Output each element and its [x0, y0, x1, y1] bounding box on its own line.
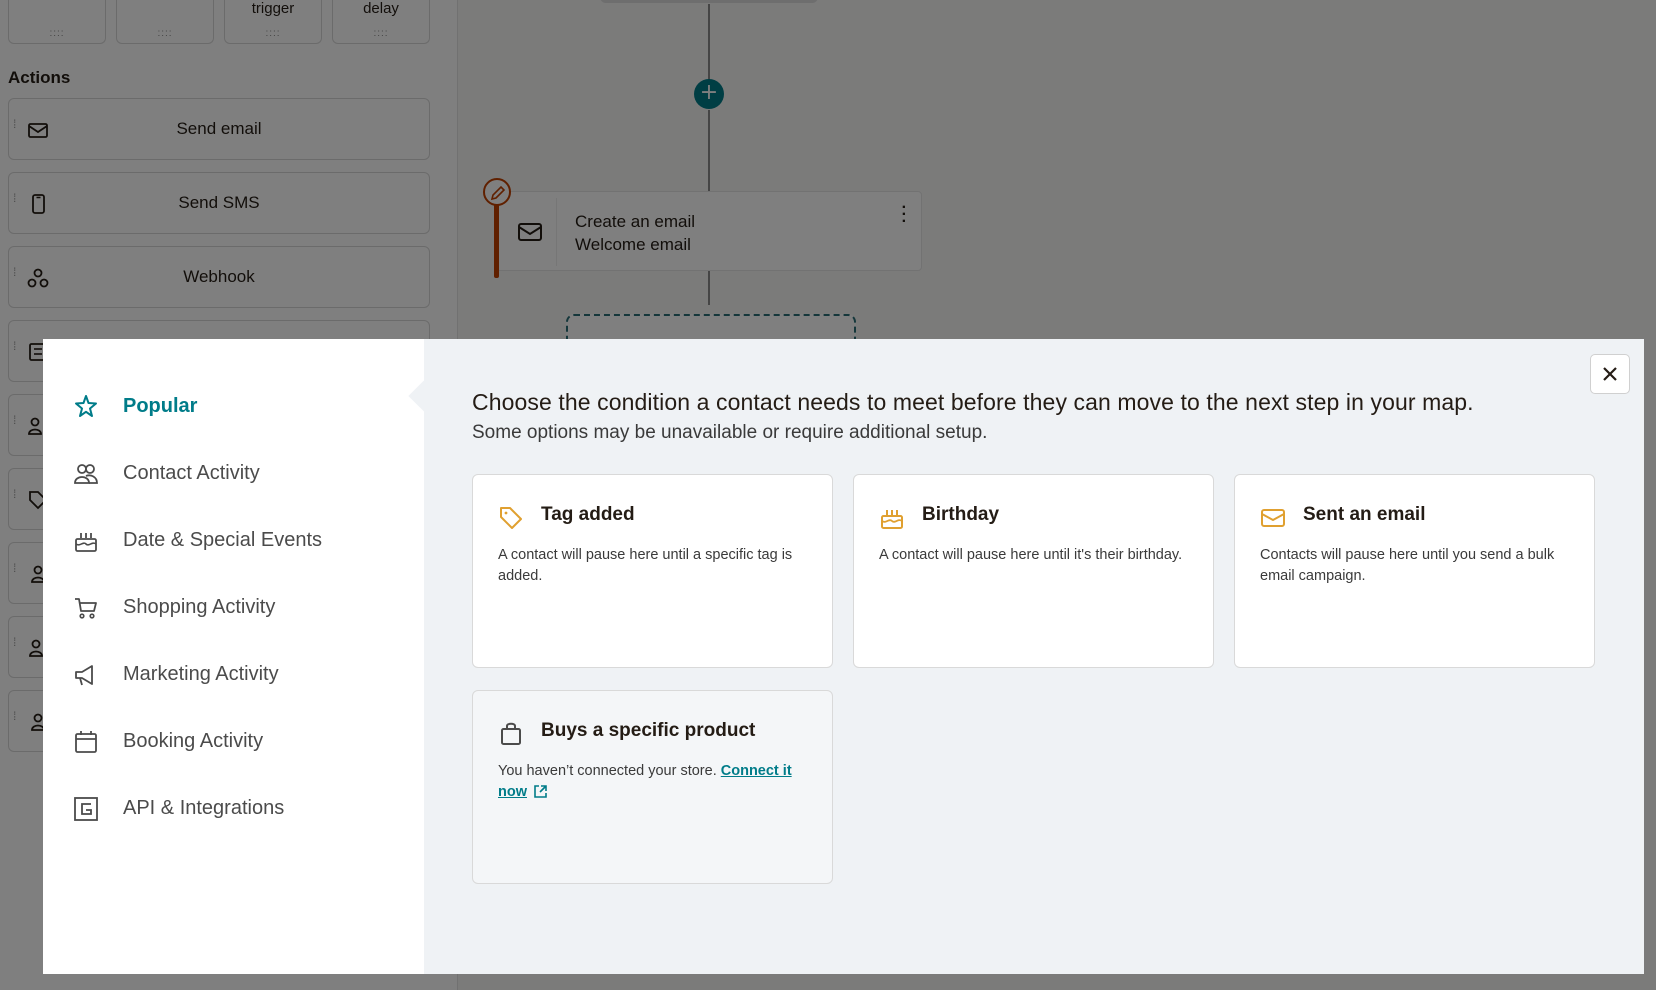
nav-label: Marketing Activity	[123, 663, 279, 685]
card-description: Contacts will pause here until you send …	[1260, 547, 1555, 584]
close-button[interactable]	[1590, 354, 1630, 394]
card-title: Birthday	[922, 504, 1000, 525]
cart-icon	[73, 595, 99, 621]
card-description-text: You haven’t connected your store.	[498, 763, 717, 779]
nav-label: Contact Activity	[123, 462, 260, 484]
calendar-icon	[73, 729, 99, 755]
condition-card-sent-an-email[interactable]: Sent an email Contacts will pause here u…	[1234, 474, 1595, 668]
card-description: You haven’t connected your store. Connec…	[498, 761, 812, 803]
card-title: Buys a specific product	[541, 720, 756, 741]
contacts-icon	[73, 461, 99, 487]
star-icon	[73, 394, 99, 420]
card-title: Sent an email	[1303, 504, 1426, 525]
modal-subtitle: Some options may be unavailable or requi…	[472, 422, 988, 443]
external-link-icon	[534, 785, 547, 798]
api-icon	[73, 796, 99, 822]
category-nav: Popular Contact Activity Date & Special …	[43, 339, 424, 974]
condition-cards: Tag added A contact will pause here unti…	[472, 474, 1597, 884]
nav-label: Booking Activity	[123, 730, 264, 752]
condition-card-tag-added[interactable]: Tag added A contact will pause here unti…	[472, 474, 833, 668]
card-title: Tag added	[541, 504, 635, 525]
nav-item-api-integrations[interactable]: API & Integrations	[43, 775, 424, 842]
tag-icon	[500, 507, 522, 529]
nav-item-shopping-activity[interactable]: Shopping Activity	[43, 574, 424, 641]
condition-card-buys-specific-product[interactable]: Buys a specific product You haven’t conn…	[472, 690, 833, 884]
nav-item-date-special-events[interactable]: Date & Special Events	[43, 507, 424, 574]
modal-title: Choose the condition a contact needs to …	[472, 389, 1474, 415]
megaphone-icon	[73, 662, 99, 688]
cake-icon	[73, 528, 99, 554]
nav-item-contact-activity[interactable]: Contact Activity	[43, 440, 424, 507]
shopping-bag-icon	[501, 722, 521, 745]
condition-picker-modal: Popular Contact Activity Date & Special …	[43, 339, 1644, 974]
nav-label: API & Integrations	[123, 797, 285, 819]
nav-item-popular[interactable]: Popular	[43, 373, 424, 440]
nav-label: Shopping Activity	[123, 596, 276, 618]
card-description: A contact will pause here until it's the…	[879, 547, 1183, 563]
card-description: A contact will pause here until a specif…	[498, 547, 793, 584]
nav-label: Date & Special Events	[123, 529, 322, 551]
close-icon	[1603, 367, 1617, 381]
cake-icon	[881, 510, 903, 529]
nav-item-booking-activity[interactable]: Booking Activity	[43, 708, 424, 775]
condition-card-birthday[interactable]: Birthday A contact will pause here until…	[853, 474, 1214, 668]
condition-content: Choose the condition a contact needs to …	[408, 339, 1644, 974]
nav-label: Popular	[123, 395, 198, 417]
envelope-icon	[1261, 509, 1285, 527]
nav-item-marketing-activity[interactable]: Marketing Activity	[43, 641, 424, 708]
